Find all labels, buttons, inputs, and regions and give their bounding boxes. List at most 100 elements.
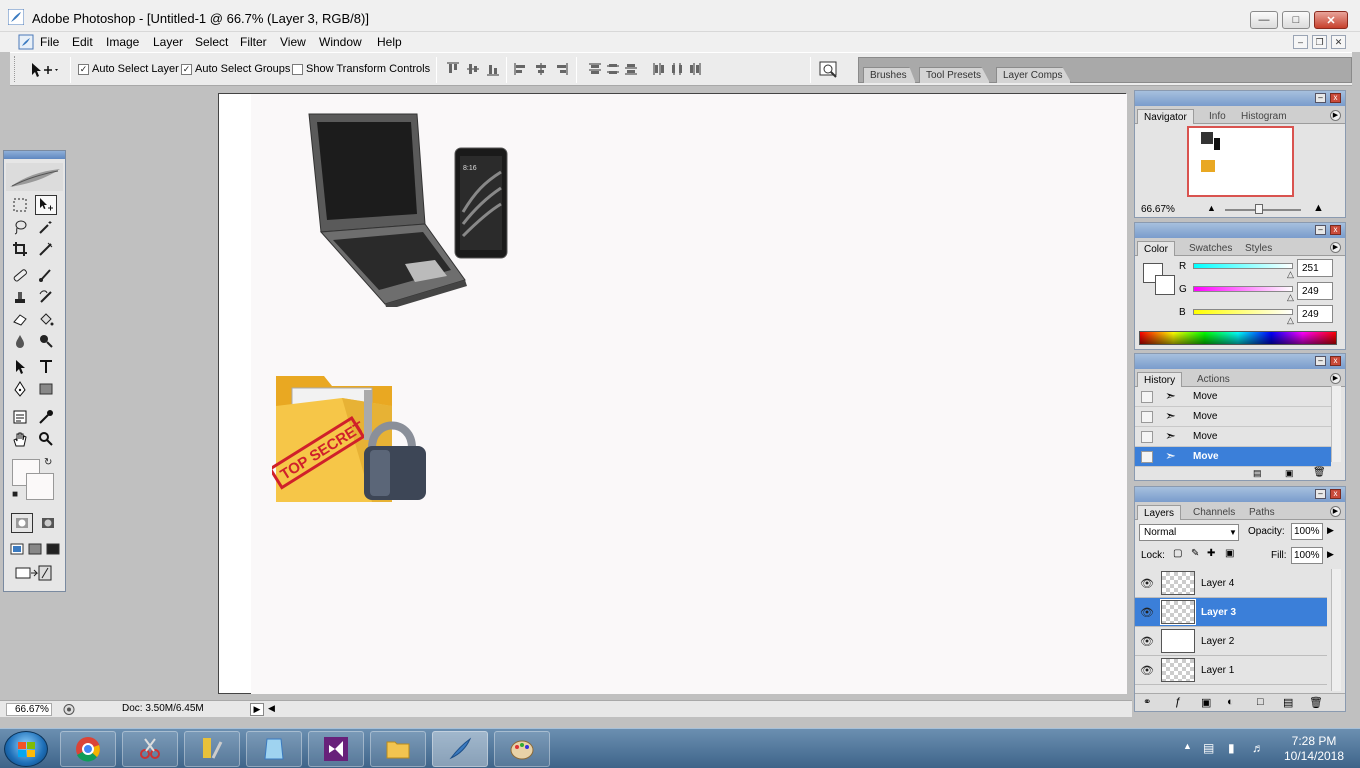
palette-menu-icon[interactable]: ▶ bbox=[1330, 242, 1341, 253]
close-button[interactable]: ✕ bbox=[1314, 11, 1348, 29]
hand-tool-icon[interactable] bbox=[9, 429, 31, 449]
taskbar-visual-studio-button[interactable] bbox=[308, 731, 364, 767]
menu-layer[interactable]: Layer bbox=[153, 35, 183, 49]
history-source-checkbox[interactable] bbox=[1141, 431, 1153, 443]
standard-screen-mode-icon[interactable] bbox=[8, 539, 26, 559]
standard-mode-icon[interactable] bbox=[11, 513, 33, 533]
lasso-tool-icon[interactable] bbox=[9, 217, 31, 237]
scroll-left-icon[interactable]: ◀ bbox=[268, 703, 278, 716]
doc-close-button[interactable]: ✕ bbox=[1331, 35, 1346, 49]
document-feather-icon[interactable] bbox=[18, 34, 34, 50]
move-tool-preset-icon[interactable] bbox=[30, 61, 60, 79]
blue-slider-handle[interactable]: △ bbox=[1287, 315, 1294, 326]
default-colors-icon[interactable]: ■ bbox=[12, 489, 18, 500]
palette-minimize-button[interactable]: – bbox=[1315, 225, 1326, 235]
chevron-down-icon[interactable]: ▼ bbox=[1229, 528, 1237, 537]
history-source-checkbox[interactable] bbox=[1141, 451, 1153, 463]
align-top-edges-icon[interactable] bbox=[446, 62, 460, 76]
history-item[interactable]: ➣ Move bbox=[1135, 407, 1331, 427]
marquee-tool-icon[interactable] bbox=[9, 195, 31, 215]
align-right-edges-icon[interactable] bbox=[554, 62, 568, 76]
tab-navigator[interactable]: Navigator bbox=[1137, 109, 1194, 124]
distribute-right-icon[interactable] bbox=[688, 62, 702, 76]
red-slider-handle[interactable]: △ bbox=[1287, 269, 1294, 280]
tab-channels[interactable]: Channels bbox=[1187, 505, 1241, 520]
blur-tool-icon[interactable] bbox=[9, 331, 31, 351]
zoom-tool-icon[interactable] bbox=[35, 429, 57, 449]
distribute-vertical-centers-icon[interactable] bbox=[606, 62, 620, 76]
menu-edit[interactable]: Edit bbox=[72, 35, 93, 49]
green-slider-handle[interactable]: △ bbox=[1287, 292, 1294, 303]
system-clock[interactable]: 7:28 PM 10/14/2018 bbox=[1274, 734, 1354, 764]
distribute-horizontal-centers-icon[interactable] bbox=[670, 62, 684, 76]
palette-minimize-button[interactable]: – bbox=[1315, 93, 1326, 103]
toolbox-title-bar[interactable] bbox=[4, 151, 65, 159]
type-tool-icon[interactable] bbox=[35, 357, 57, 377]
auto-select-layer-checkbox[interactable]: ✓ bbox=[78, 63, 89, 75]
visibility-eye-icon[interactable]: 👁 bbox=[1140, 577, 1154, 590]
layer-style-icon[interactable]: ƒ bbox=[1175, 696, 1181, 708]
taskbar-explorer-button[interactable] bbox=[370, 731, 426, 767]
align-left-edges-icon[interactable] bbox=[514, 62, 528, 76]
history-brush-tool-icon[interactable] bbox=[35, 287, 57, 307]
layers-title-bar[interactable]: – x bbox=[1135, 487, 1345, 502]
path-selection-tool-icon[interactable] bbox=[9, 357, 31, 377]
palette-close-button[interactable]: x bbox=[1330, 93, 1341, 103]
show-hidden-icons-icon[interactable]: ▲ bbox=[1183, 741, 1192, 751]
minimize-button[interactable]: — bbox=[1250, 11, 1278, 29]
fill-field[interactable]: 100% bbox=[1291, 547, 1323, 564]
options-grip[interactable] bbox=[14, 56, 18, 82]
tab-info[interactable]: Info bbox=[1203, 109, 1232, 124]
brush-tool-icon[interactable] bbox=[35, 265, 57, 285]
doc-restore-button[interactable]: ❐ bbox=[1312, 35, 1327, 49]
zoom-in-icon[interactable]: ▲ bbox=[1313, 202, 1324, 214]
color-title-bar[interactable]: – x bbox=[1135, 223, 1345, 238]
green-value-field[interactable]: 249 bbox=[1297, 282, 1333, 300]
slice-tool-icon[interactable] bbox=[35, 239, 57, 259]
paint-bucket-tool-icon[interactable] bbox=[35, 309, 57, 329]
lock-position-icon[interactable]: ✚ bbox=[1207, 548, 1215, 559]
new-group-icon[interactable]: □ bbox=[1257, 696, 1264, 708]
blue-slider[interactable] bbox=[1193, 309, 1293, 315]
tab-history[interactable]: History bbox=[1137, 372, 1183, 387]
taskbar-paint-button[interactable] bbox=[494, 731, 550, 767]
red-slider[interactable] bbox=[1193, 263, 1293, 269]
tab-swatches[interactable]: Swatches bbox=[1183, 241, 1238, 256]
menu-help[interactable]: Help bbox=[377, 35, 402, 49]
tab-tool-presets[interactable]: Tool Presets bbox=[919, 67, 991, 83]
navigator-preview[interactable] bbox=[1187, 126, 1294, 197]
palette-menu-icon[interactable]: ▶ bbox=[1330, 373, 1341, 384]
palette-minimize-button[interactable]: – bbox=[1315, 489, 1326, 499]
feather-logo-icon[interactable] bbox=[6, 163, 63, 191]
auto-select-groups-option[interactable]: ✓ Auto Select Groups bbox=[181, 63, 290, 75]
layer-row[interactable]: 👁 Layer 4 bbox=[1135, 569, 1327, 598]
palette-close-button[interactable]: x bbox=[1330, 225, 1341, 235]
history-item[interactable]: ➣ Move bbox=[1135, 387, 1331, 407]
taskbar-snipping-tool-button[interactable] bbox=[122, 731, 178, 767]
menu-filter[interactable]: Filter bbox=[240, 35, 267, 49]
align-bottom-edges-icon[interactable] bbox=[486, 62, 500, 76]
eraser-tool-icon[interactable] bbox=[9, 309, 31, 329]
history-scrollbar[interactable] bbox=[1331, 386, 1341, 462]
new-document-from-state-icon[interactable]: ▤ bbox=[1253, 468, 1262, 479]
lock-all-icon[interactable]: ▣ bbox=[1225, 548, 1234, 559]
navigator-zoom-value[interactable]: 66.67% bbox=[1141, 204, 1175, 215]
start-button[interactable] bbox=[4, 731, 48, 767]
maximize-button[interactable]: □ bbox=[1282, 11, 1310, 29]
zoom-level-field[interactable]: 66.67% bbox=[6, 703, 52, 716]
show-transform-controls-option[interactable]: Show Transform Controls bbox=[292, 63, 430, 75]
crop-tool-icon[interactable] bbox=[9, 239, 31, 259]
notes-tool-icon[interactable] bbox=[9, 407, 31, 427]
network-signal-icon[interactable]: ▮ bbox=[1228, 741, 1235, 755]
secret-folder-image[interactable]: TOP SECRET bbox=[272, 370, 442, 512]
history-title-bar[interactable]: – x bbox=[1135, 354, 1345, 369]
eyedropper-tool-icon[interactable] bbox=[35, 407, 57, 427]
link-layers-icon[interactable]: ⚭ bbox=[1143, 697, 1151, 708]
tab-actions[interactable]: Actions bbox=[1191, 372, 1236, 387]
fill-arrow-icon[interactable]: ▶ bbox=[1327, 549, 1334, 560]
distribute-top-icon[interactable] bbox=[588, 62, 602, 76]
taskbar-photoshop-button[interactable] bbox=[432, 731, 488, 767]
quick-mask-mode-icon[interactable] bbox=[37, 513, 59, 533]
tab-color[interactable]: Color bbox=[1137, 241, 1175, 256]
adjustment-layer-icon[interactable]: ◐ bbox=[1227, 696, 1234, 708]
